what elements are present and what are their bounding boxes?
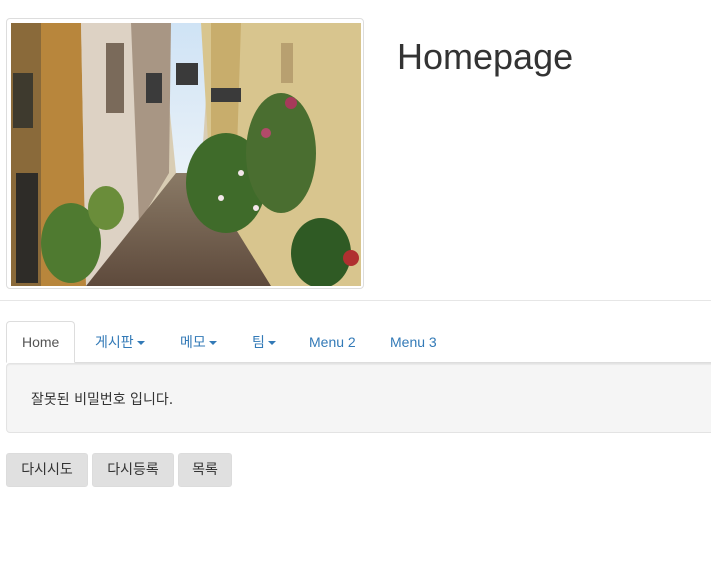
tab-memo-label: 메모 [180, 334, 206, 350]
tab-menu-2-label: Menu 2 [309, 334, 356, 350]
caret-down-icon [267, 341, 276, 346]
tab-menu-3-label: Menu 3 [390, 334, 437, 350]
page-title: Homepage [397, 36, 574, 77]
tab-memo-dropdown[interactable]: 메모 [165, 321, 232, 363]
reregister-button[interactable]: 다시등록 [92, 453, 174, 487]
tab-home-label: Home [22, 334, 60, 350]
nav-tabs: Home 게시판 메모 팀 Menu 2 Menu 3 [6, 321, 711, 363]
tab-team-label: 팀 [252, 334, 265, 350]
page-header: Homepage [0, 0, 711, 300]
header-image-thumbnail [6, 18, 364, 289]
list-button[interactable]: 목록 [178, 453, 232, 487]
tab-menu-2[interactable]: Menu 2 [294, 321, 371, 363]
header-divider [0, 300, 711, 301]
tab-team-dropdown[interactable]: 팀 [237, 321, 291, 363]
alley-photo [11, 23, 361, 286]
error-message-text: 잘못된 비밀번호 입니다. [31, 392, 174, 408]
retry-button[interactable]: 다시시도 [6, 453, 88, 487]
caret-down-icon [136, 341, 145, 346]
tab-board-label: 게시판 [95, 334, 134, 350]
error-message-panel: 잘못된 비밀번호 입니다. [6, 363, 711, 433]
tab-menu-3[interactable]: Menu 3 [375, 321, 452, 363]
caret-down-icon [208, 341, 217, 346]
tab-board-dropdown[interactable]: 게시판 [80, 321, 160, 363]
tab-home[interactable]: Home [6, 321, 76, 363]
